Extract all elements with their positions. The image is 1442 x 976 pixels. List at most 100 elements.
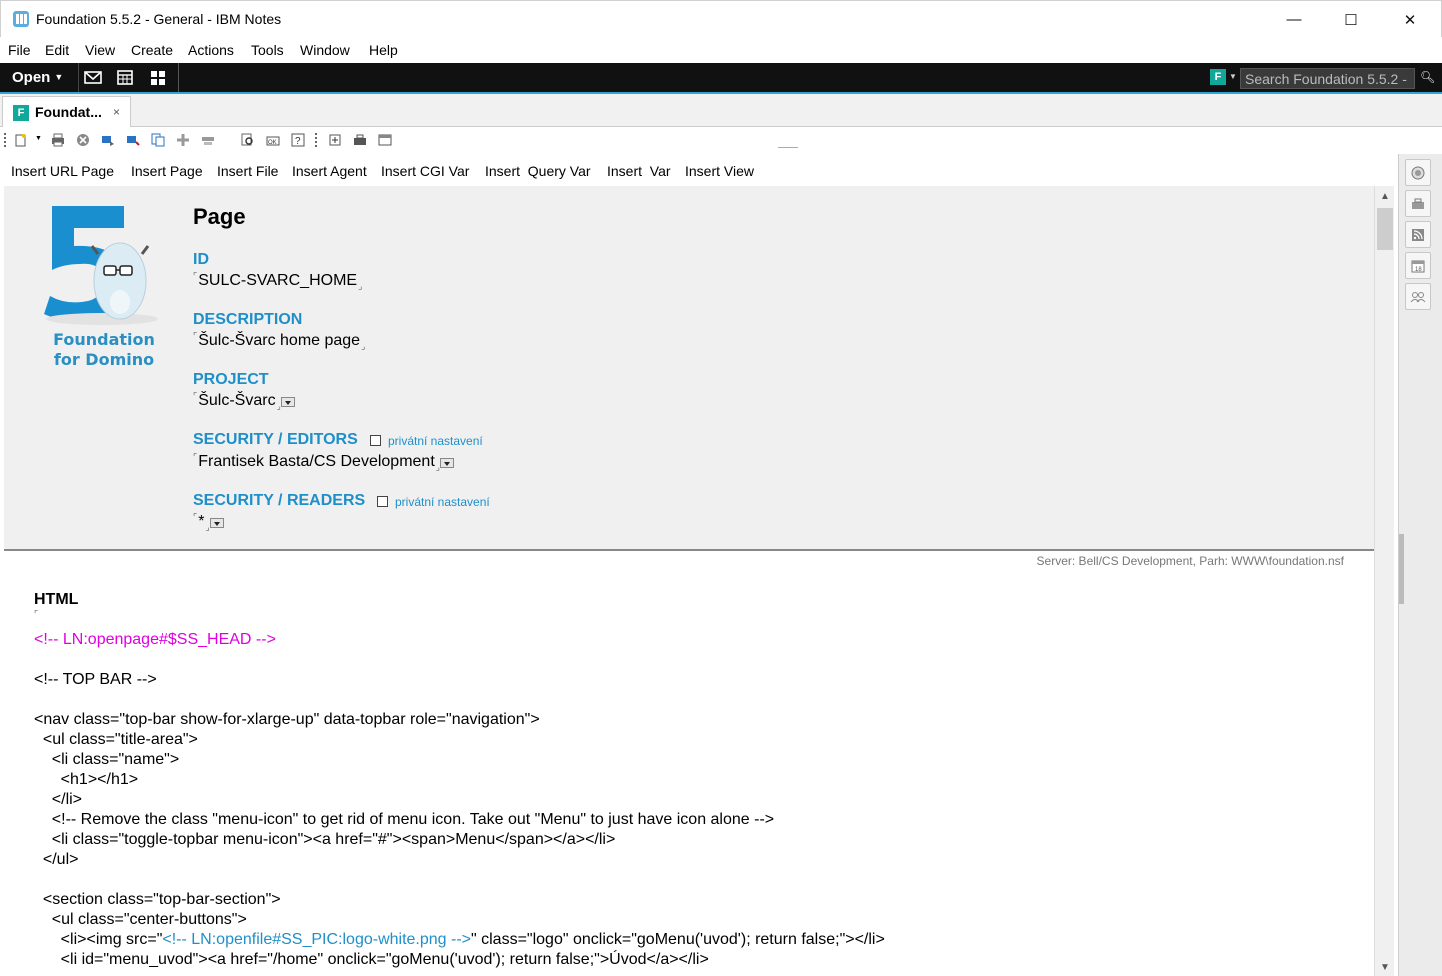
rss-icon: [1412, 228, 1424, 241]
readers-field[interactable]: ⌜*⌟: [193, 512, 224, 533]
code-line: <li class="name">: [34, 751, 180, 768]
editors-private-label: privátní nastavení: [388, 434, 483, 448]
code-segment-ln: <!-- LN:openfile#SS_PIC:logo-white.png -…: [162, 931, 471, 948]
toolbar-grip[interactable]: [4, 133, 7, 147]
widgets-button[interactable]: [1405, 190, 1431, 217]
applications-icon[interactable]: [149, 69, 167, 86]
scroll-down-icon[interactable]: ▼: [1380, 962, 1390, 973]
insert-agent-button[interactable]: Insert Agent: [292, 163, 367, 179]
reply-icon[interactable]: [126, 133, 140, 147]
insert-page-button[interactable]: Insert Page: [131, 163, 203, 179]
insert-file-button[interactable]: Insert File: [217, 163, 278, 179]
insert-var-button[interactable]: Insert Var: [607, 163, 671, 179]
maximize-icon: ☐: [1344, 11, 1358, 29]
code-line: <section class="top-bar-section">: [34, 891, 281, 908]
insert-action-bar: Insert URL Page Insert Page Insert File …: [0, 154, 1398, 186]
minimize-button[interactable]: —: [1265, 1, 1323, 38]
id-label: ID: [193, 251, 209, 268]
folder-icon[interactable]: [201, 133, 215, 147]
open-label: Open: [12, 69, 51, 86]
help-icon[interactable]: ?: [291, 133, 305, 147]
tab-foundation[interactable]: F Foundat... ×: [2, 96, 131, 127]
view-icon[interactable]: OK: [266, 133, 280, 147]
day-at-a-glance-button[interactable]: 18: [1405, 252, 1431, 279]
code-line: <nav class="top-bar show-for-xlarge-up" …: [34, 711, 540, 728]
editors-field[interactable]: ⌜Frantisek Basta/CS Development⌟: [193, 452, 454, 473]
feeds-button[interactable]: [1405, 221, 1431, 248]
project-label: PROJECT: [193, 371, 269, 388]
print-icon[interactable]: [51, 133, 65, 147]
code-line: <li id="menu_uvod"><a href="/home" oncli…: [34, 951, 709, 968]
field-start-marker: ⌜: [34, 609, 39, 619]
design-icon[interactable]: [328, 133, 342, 147]
description-field[interactable]: ⌜Šulc-Švarc home page⌟: [193, 331, 365, 352]
readers-label: SECURITY / READERS: [193, 492, 366, 509]
sametime-button[interactable]: [1405, 159, 1431, 186]
toolbox-icon[interactable]: [353, 133, 367, 147]
insert-cgi-var-button[interactable]: Insert CGI Var: [381, 163, 469, 179]
code-line: <!-- LN:openpage#$SS_HEAD -->: [34, 631, 276, 648]
delete-icon[interactable]: [76, 133, 90, 147]
contacts-button[interactable]: [1405, 283, 1431, 310]
toolbar-grip-2[interactable]: [315, 133, 318, 147]
toolbar-resize-handle[interactable]: [778, 147, 798, 148]
insert-query-var-button[interactable]: Insert Query Var: [485, 163, 591, 179]
server-info: Server: Bell/CS Development, Parh: WWW\f…: [1036, 554, 1344, 568]
editors-dropdown-icon[interactable]: [439, 458, 454, 468]
calendar-icon[interactable]: [116, 69, 134, 86]
description-value: Šulc-Švarc home page: [198, 332, 361, 349]
code-line: <ul class="title-area">: [34, 731, 198, 748]
sidebar-resize-handle[interactable]: [1399, 534, 1404, 604]
search-scope-chevron-icon[interactable]: ▼: [1229, 72, 1237, 81]
code-line: <li><img src="<!-- LN:openfile#SS_PIC:lo…: [34, 931, 885, 949]
menu-create[interactable]: Create: [131, 42, 173, 58]
new-document-icon[interactable]: [14, 133, 28, 147]
html-code-editor[interactable]: Server: Bell/CS Development, Parh: WWW\f…: [4, 551, 1374, 976]
open-button[interactable]: Open ▼: [0, 63, 79, 92]
svg-text:OK: OK: [268, 140, 277, 146]
code-line: <!-- Remove the class "menu-icon" to get…: [34, 811, 775, 828]
new-dropdown-icon[interactable]: ▼: [35, 135, 42, 142]
search-input[interactable]: Search Foundation 5.5.2 -: [1240, 68, 1415, 89]
readers-private-checkbox[interactable]: [377, 496, 388, 507]
mail-icon[interactable]: [84, 69, 102, 86]
menu-file[interactable]: File: [8, 42, 31, 58]
menu-actions[interactable]: Actions: [188, 42, 234, 58]
vertical-scrollbar[interactable]: ▲ ▼: [1374, 186, 1394, 976]
menu-tools[interactable]: Tools: [251, 42, 284, 58]
sidebar-panel: 18: [1398, 154, 1442, 976]
chevron-down-icon: ▼: [54, 72, 64, 82]
search-scope-icon[interactable]: F: [1210, 69, 1226, 85]
window-icon[interactable]: [378, 133, 392, 147]
menu-edit[interactable]: Edit: [45, 42, 69, 58]
maximize-button[interactable]: ☐: [1322, 1, 1380, 38]
menu-window[interactable]: Window: [300, 42, 350, 58]
project-dropdown-icon[interactable]: [280, 397, 295, 407]
insert-url-page-button[interactable]: Insert URL Page: [11, 163, 114, 179]
people-icon: [1410, 291, 1426, 302]
insert-view-button[interactable]: Insert View: [685, 163, 754, 179]
find-icon[interactable]: [241, 133, 255, 147]
readers-value: *: [198, 513, 205, 530]
move-icon[interactable]: [176, 133, 190, 147]
tab-bar: F Foundat... ×: [0, 94, 1442, 127]
code-segment: <li><img src=": [34, 931, 163, 948]
id-field[interactable]: ⌜SULC-SVARC_HOME⌟: [193, 271, 362, 292]
editors-value: Frantisek Basta/CS Development: [198, 453, 435, 470]
editors-private-checkbox[interactable]: [370, 435, 381, 446]
menu-view[interactable]: View: [85, 42, 115, 58]
code-line: <ul class="center-buttons">: [34, 911, 247, 928]
readers-dropdown-icon[interactable]: [209, 518, 224, 528]
forward-icon[interactable]: [101, 133, 115, 147]
code-line: </ul>: [34, 851, 79, 868]
close-window-button[interactable]: ✕: [1381, 1, 1439, 38]
copy-into-icon[interactable]: [151, 133, 165, 147]
search-icon[interactable]: 🔍︎: [1420, 70, 1435, 84]
scrollbar-thumb[interactable]: [1377, 208, 1393, 250]
action-toolbar: ▼ OK ?: [0, 127, 1442, 154]
code-segment: " class="logo" onclick="goMenu('uvod'); …: [471, 931, 885, 948]
project-field[interactable]: ⌜Šulc-Švarc⌟: [193, 391, 295, 412]
tab-close-icon[interactable]: ×: [113, 105, 120, 119]
menu-help[interactable]: Help: [369, 42, 398, 58]
scroll-up-icon[interactable]: ▲: [1380, 191, 1390, 202]
